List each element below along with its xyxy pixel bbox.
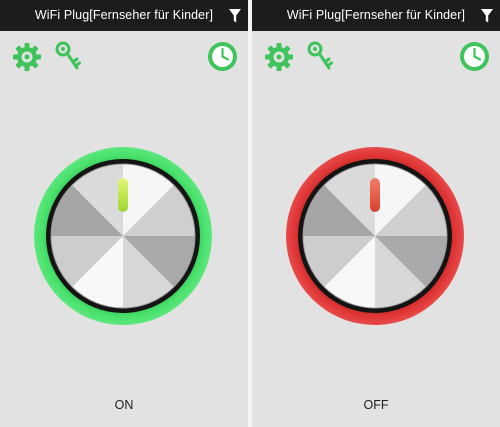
power-state-label: OFF [363, 398, 389, 412]
filter-icon[interactable] [228, 8, 242, 24]
power-knob[interactable] [33, 146, 213, 326]
clock-icon[interactable] [459, 41, 490, 72]
key-icon[interactable] [306, 40, 334, 74]
top-app-bar: WiFi Plug[Fernseher für Kinder] [252, 0, 500, 31]
gear-icon[interactable] [12, 42, 42, 72]
power-state-label: ON [114, 398, 134, 412]
panel-off: WiFi Plug[Fernseher für Kinder] OFF [252, 0, 500, 427]
device-title: WiFi Plug[Fernseher für Kinder] [34, 8, 214, 22]
gear-icon[interactable] [264, 42, 294, 72]
filter-icon[interactable] [480, 8, 494, 24]
screenshot-pair: WiFi Plug[Fernseher für Kinder] ON WiFi … [0, 0, 500, 427]
power-indicator-on [118, 178, 128, 212]
power-knob[interactable] [285, 146, 465, 326]
top-app-bar: WiFi Plug[Fernseher für Kinder] [0, 0, 248, 31]
power-indicator-off [370, 178, 380, 212]
key-icon[interactable] [54, 40, 82, 74]
panel-on: WiFi Plug[Fernseher für Kinder] ON [0, 0, 248, 427]
device-title: WiFi Plug[Fernseher für Kinder] [286, 8, 466, 22]
clock-icon[interactable] [207, 41, 238, 72]
